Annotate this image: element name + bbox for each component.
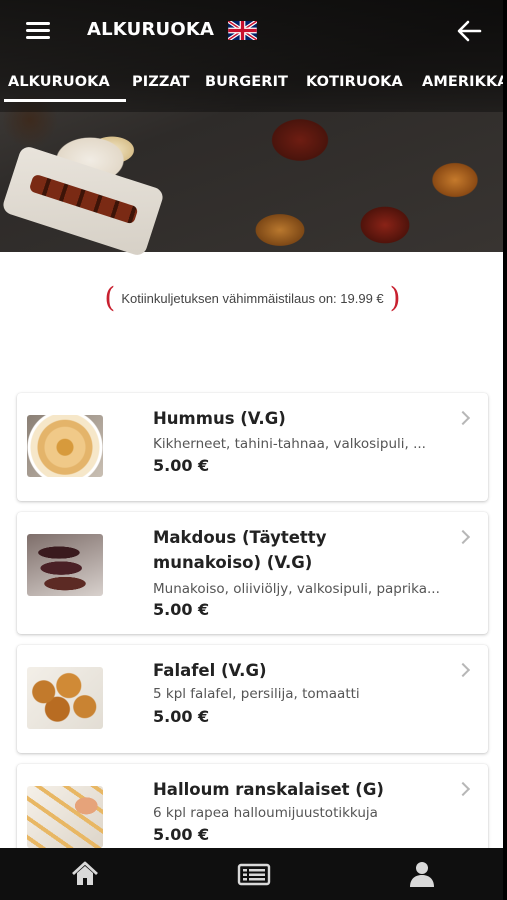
bottom-navigation <box>0 848 503 900</box>
chevron-right-icon <box>455 529 471 545</box>
product-description: 5 kpl falafel, persilija, tomaatti <box>153 686 360 702</box>
product-price: 5.00 € <box>153 825 210 844</box>
product-price: 5.00 € <box>153 600 210 619</box>
tab-pizzat[interactable]: PIZZAT <box>132 74 190 90</box>
page-title: ALKURUOKA <box>87 19 215 40</box>
right-bracket-decoration: ) <box>389 281 401 314</box>
tab-kotiruoka[interactable]: KOTIRUOKA <box>306 74 403 90</box>
left-bracket-decoration: ( <box>104 281 116 314</box>
category-tabs: ALKURUOKA PIZZAT BURGERIT KOTIRUOKA AMER… <box>0 68 503 104</box>
chevron-right-icon <box>455 781 471 797</box>
product-card-falafel[interactable]: Falafel (V.G) 5 kpl falafel, persilija, … <box>17 645 488 753</box>
home-icon[interactable] <box>70 860 100 888</box>
product-image <box>27 415 103 477</box>
product-name: Halloum ranskalaiset (G) <box>153 780 384 799</box>
tab-amerikka[interactable]: AMERIKKA <box>422 74 503 90</box>
menu-list-icon[interactable] <box>237 860 271 888</box>
product-price: 5.00 € <box>153 456 210 475</box>
chevron-right-icon <box>455 410 471 426</box>
product-name-line-2: munakoiso) (V.G) <box>153 553 313 572</box>
minimum-order-notice: ( Kotiinkuljetuksen vähimmäistilaus on: … <box>60 283 445 313</box>
active-tab-indicator <box>4 99 126 102</box>
hamburger-menu-icon[interactable] <box>26 22 50 40</box>
chevron-right-icon <box>455 662 471 678</box>
product-image <box>27 667 103 729</box>
uk-flag-icon[interactable] <box>228 21 257 40</box>
product-image <box>27 786 103 848</box>
top-bar: ALKURUOKA <box>0 0 503 62</box>
tab-alkuruoka[interactable]: ALKURUOKA <box>8 74 110 90</box>
minimum-order-text: Kotiinkuljetuksen vähimmäistilaus on: 19… <box>121 290 384 306</box>
product-description: Munakoiso, oliiviöljy, valkosipuli, papr… <box>153 581 440 597</box>
skewers-plate-image <box>0 144 166 258</box>
product-card-hummus[interactable]: Hummus (V.G) Kikherneet, tahini-tahnaa, … <box>17 393 488 501</box>
arrow-left-icon[interactable] <box>456 19 482 43</box>
user-icon[interactable] <box>407 860 437 888</box>
product-name: Hummus (V.G) <box>153 409 286 428</box>
tab-burgerit[interactable]: BURGERIT <box>205 74 288 90</box>
product-card-makdous[interactable]: Makdous (Täytetty munakoiso) (V.G) Munak… <box>17 512 488 634</box>
product-name: Falafel (V.G) <box>153 661 267 680</box>
product-name-line-1: Makdous (Täytetty <box>153 528 327 547</box>
product-image <box>27 534 103 596</box>
product-description: Kikherneet, tahini-tahnaa, valkosipuli, … <box>153 436 426 452</box>
screen-edge <box>503 0 507 900</box>
product-price: 5.00 € <box>153 707 210 726</box>
product-description: 6 kpl rapea halloumijuustotikkuja <box>153 805 378 821</box>
